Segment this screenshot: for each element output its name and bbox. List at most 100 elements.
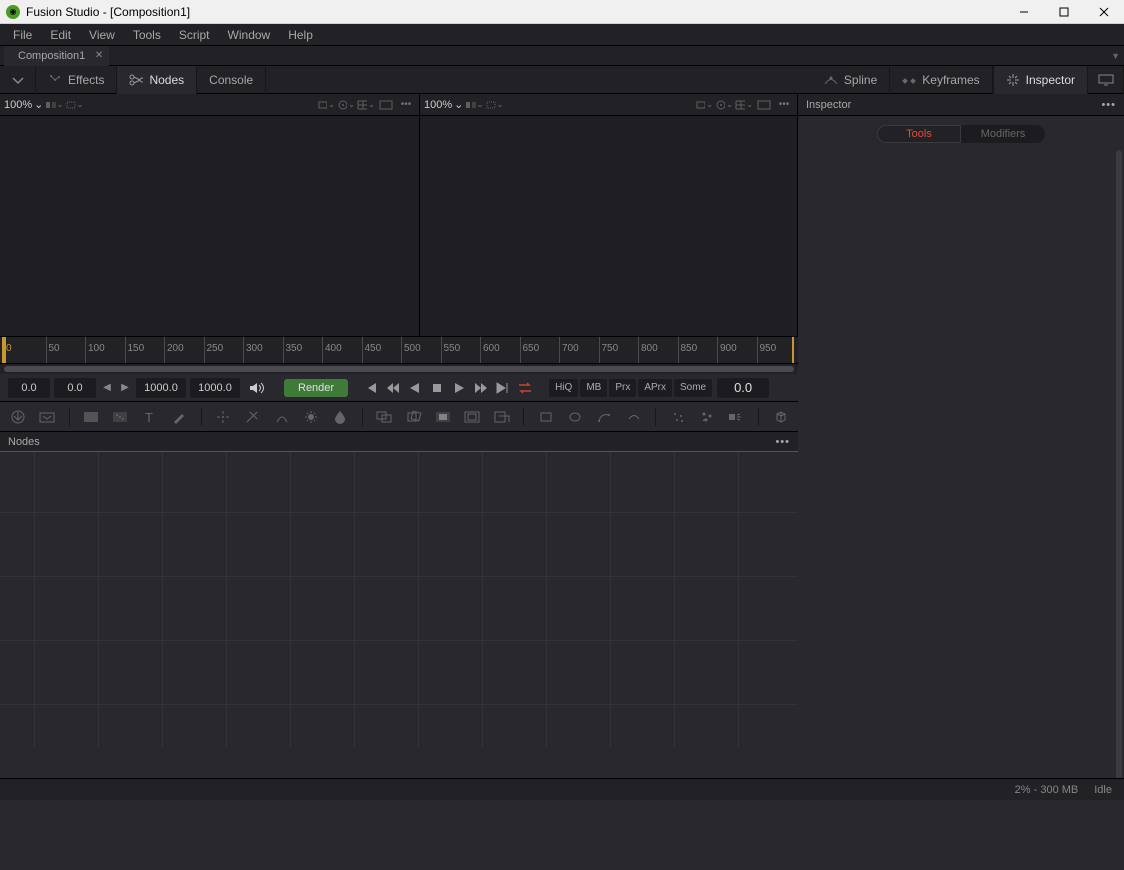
- viewer-left-view-icon[interactable]: [377, 97, 395, 113]
- inspector-scrollbar[interactable]: [1116, 150, 1122, 782]
- step-forward-button[interactable]: [470, 377, 492, 399]
- viewer-right-options-icon[interactable]: •••: [775, 97, 793, 113]
- loader-icon[interactable]: [8, 407, 27, 427]
- viewer-left-color-icon[interactable]: [337, 97, 355, 113]
- viewer-right-roi-icon[interactable]: [485, 97, 503, 113]
- tick-label: 550: [444, 343, 461, 354]
- viewer-left-zoom[interactable]: 100%⌄: [4, 98, 43, 111]
- resize-icon[interactable]: [463, 407, 482, 427]
- menu-view[interactable]: View: [80, 26, 124, 44]
- viewer-right-canvas[interactable]: [420, 116, 797, 336]
- close-button[interactable]: [1084, 0, 1124, 24]
- console-tab[interactable]: Console: [197, 66, 266, 94]
- viewer-right-view-icon[interactable]: [755, 97, 773, 113]
- timeline-scrollbar-thumb[interactable]: [4, 366, 794, 372]
- matte-control-icon[interactable]: [433, 407, 452, 427]
- document-tab-composition1[interactable]: Composition1 ✕: [4, 46, 109, 66]
- aprx-button[interactable]: APrx: [638, 379, 672, 397]
- saver-icon[interactable]: [37, 407, 56, 427]
- background-icon[interactable]: [82, 407, 101, 427]
- brightness-icon[interactable]: [301, 407, 320, 427]
- go-end-button[interactable]: [492, 377, 514, 399]
- crop-icon[interactable]: [492, 407, 511, 427]
- prender-icon[interactable]: [697, 407, 716, 427]
- layout-dropdown-button[interactable]: [0, 66, 36, 94]
- pemitter-icon[interactable]: [727, 407, 746, 427]
- prx-button[interactable]: Prx: [609, 379, 636, 397]
- particles-icon[interactable]: [668, 407, 687, 427]
- timeline-ruler[interactable]: 0 50100150200250300350400450500550600650…: [0, 336, 798, 364]
- tab-dropdown-icon[interactable]: ▼: [1111, 51, 1120, 61]
- rectangle-mask-icon[interactable]: [536, 407, 555, 427]
- some-button[interactable]: Some: [674, 379, 712, 397]
- inspector-options-icon[interactable]: •••: [1101, 99, 1116, 111]
- channel-boolean-icon[interactable]: [243, 407, 262, 427]
- viewer-right-zoom[interactable]: 100%⌄: [424, 98, 463, 111]
- audio-icon[interactable]: [246, 381, 268, 395]
- next-key-button[interactable]: ▶: [116, 378, 134, 398]
- blur-icon[interactable]: [331, 407, 350, 427]
- render-button[interactable]: Render: [284, 379, 348, 397]
- viewer-left-canvas[interactable]: [0, 116, 419, 336]
- fastnoise-icon[interactable]: [111, 407, 130, 427]
- monitor-button[interactable]: [1088, 66, 1124, 94]
- inspector-modifiers-tab[interactable]: Modifiers: [961, 125, 1045, 143]
- viewer-left-grid-icon[interactable]: [357, 97, 375, 113]
- viewer-right-channel-icon[interactable]: [695, 97, 713, 113]
- range-out-field[interactable]: [136, 378, 186, 398]
- nodes-tab[interactable]: Nodes: [117, 66, 197, 94]
- viewer-right-grid-icon[interactable]: [735, 97, 753, 113]
- mb-button[interactable]: MB: [580, 379, 607, 397]
- go-start-button[interactable]: [360, 377, 382, 399]
- nodes-flow-area[interactable]: [0, 452, 798, 748]
- viewer-right[interactable]: 100%⌄ •••: [420, 94, 798, 336]
- polygon-mask-icon[interactable]: [595, 407, 614, 427]
- viewer-left[interactable]: 100%⌄ •••: [0, 94, 420, 336]
- ellipse-mask-icon[interactable]: [565, 407, 584, 427]
- viewer-left-options-icon[interactable]: •••: [397, 97, 415, 113]
- play-button[interactable]: [448, 377, 470, 399]
- global-out-field[interactable]: [190, 378, 240, 398]
- color-curves-icon[interactable]: [272, 407, 291, 427]
- tick-label: 150: [128, 343, 145, 354]
- play-reverse-button[interactable]: [404, 377, 426, 399]
- paint-icon[interactable]: [169, 407, 188, 427]
- tab-close-icon[interactable]: ✕: [95, 50, 103, 61]
- viewer-right-color-icon[interactable]: [715, 97, 733, 113]
- inspector-tab[interactable]: Inspector: [993, 66, 1088, 94]
- hiq-button[interactable]: HiQ: [549, 379, 578, 397]
- minimize-button[interactable]: [1004, 0, 1044, 24]
- range-in-field[interactable]: [8, 378, 50, 398]
- tick-mark: [125, 337, 126, 364]
- menu-tools[interactable]: Tools: [124, 26, 170, 44]
- inspector-title: Inspector: [806, 99, 851, 111]
- timeline-scrollbar[interactable]: [0, 364, 798, 374]
- playhead-end-marker[interactable]: [792, 337, 794, 364]
- spline-tab[interactable]: Spline: [812, 66, 890, 94]
- keyframes-tab[interactable]: Keyframes: [890, 66, 992, 94]
- menu-file[interactable]: File: [4, 26, 41, 44]
- maximize-button[interactable]: [1044, 0, 1084, 24]
- viewer-right-lut-icon[interactable]: [465, 97, 483, 113]
- merge-icon[interactable]: [375, 407, 394, 427]
- current-frame-field[interactable]: [54, 378, 96, 398]
- text-icon[interactable]: T: [140, 407, 159, 427]
- viewer-left-lut-icon[interactable]: [45, 97, 63, 113]
- inspector-tools-tab[interactable]: Tools: [877, 125, 961, 143]
- 3d-icon[interactable]: [771, 407, 790, 427]
- menu-help[interactable]: Help: [279, 26, 322, 44]
- transform-icon[interactable]: [404, 407, 423, 427]
- viewer-left-roi-icon[interactable]: [65, 97, 83, 113]
- nodes-options-icon[interactable]: •••: [775, 436, 790, 448]
- loop-button[interactable]: [514, 377, 536, 399]
- menu-window[interactable]: Window: [219, 26, 280, 44]
- menu-script[interactable]: Script: [170, 26, 219, 44]
- prev-key-button[interactable]: ◀: [98, 378, 116, 398]
- tracker-icon[interactable]: [214, 407, 233, 427]
- menu-edit[interactable]: Edit: [41, 26, 80, 44]
- step-back-button[interactable]: [382, 377, 404, 399]
- viewer-left-channel-icon[interactable]: [317, 97, 335, 113]
- stop-button[interactable]: [426, 377, 448, 399]
- effects-tab[interactable]: Effects: [36, 66, 117, 94]
- bspline-mask-icon[interactable]: [624, 407, 643, 427]
